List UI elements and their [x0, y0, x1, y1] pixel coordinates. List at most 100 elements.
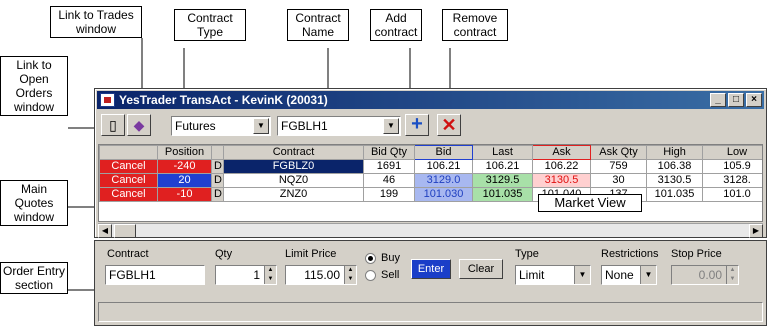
high-cell: 101.035 — [646, 187, 703, 202]
contract-cell[interactable]: FGBLZ0 — [223, 159, 364, 174]
trades-link-button[interactable]: ◆ — [127, 114, 151, 136]
low-cell: 101.0 — [702, 187, 762, 202]
add-contract-button[interactable]: + — [405, 114, 429, 136]
column-header[interactable]: Ask — [532, 145, 591, 160]
open-orders-link-button[interactable]: ▯ — [101, 114, 125, 136]
column-header[interactable]: Low — [702, 145, 762, 160]
chevron-down-icon[interactable]: ▼ — [383, 118, 399, 134]
restrictions-value: None — [605, 268, 634, 282]
minimize-button[interactable]: _ — [710, 93, 726, 107]
scroll-right-icon[interactable]: ▶ — [749, 224, 763, 238]
buy-label: Buy — [381, 252, 400, 264]
depth-flag[interactable]: D — [211, 173, 224, 188]
column-header[interactable]: Last — [472, 145, 533, 160]
limit-price-label: Limit Price — [285, 248, 337, 260]
order-type-select[interactable]: Limit ▼ — [515, 265, 591, 285]
cancel-button[interactable]: Cancel — [99, 173, 158, 188]
chevron-down-icon[interactable]: ▼ — [640, 266, 656, 284]
depth-flag[interactable]: D — [211, 159, 224, 174]
horizontal-scrollbar[interactable]: ◀ ▶ — [98, 223, 763, 238]
trades-book-icon: ◆ — [133, 117, 145, 133]
maximize-button[interactable]: □ — [728, 93, 744, 107]
bid-qty-cell: 46 — [363, 173, 415, 188]
callout-add-contract: Add contract — [370, 9, 422, 41]
order-entry-panel: Contract FGBLH1 Qty 1 ▲ ▼ Limit Price 115… — [94, 240, 767, 326]
plus-icon: + — [411, 113, 423, 135]
qty-label: Qty — [215, 248, 233, 260]
sell-radio[interactable] — [365, 270, 376, 281]
callout-link-orders: Link to Open Orders window — [0, 56, 68, 116]
stop-price-input: 0.00 ▲ ▼ — [671, 265, 739, 285]
position-cell: -10 — [157, 187, 212, 202]
high-cell: 106.38 — [646, 159, 703, 174]
bid-cell[interactable]: 106.21 — [414, 159, 473, 174]
callout-order-entry: Order Entry section — [0, 262, 68, 294]
callout-contract-name: Contract Name — [287, 9, 349, 41]
table-row[interactable]: Cancel -10 D ZNZ0 199 101.030 101.035 10… — [99, 187, 762, 202]
qty-input[interactable]: 1 ▲ ▼ — [215, 265, 277, 285]
contract-type-value: Futures — [175, 119, 216, 133]
ask-cell[interactable]: 3130.5 — [532, 173, 591, 188]
contract-cell[interactable]: NQZ0 — [223, 173, 364, 188]
title-bar[interactable]: YesTrader TransAct - KevinK (20031) _ □ … — [97, 91, 764, 109]
status-bar — [98, 302, 763, 322]
qty-stepper[interactable]: ▲ ▼ — [264, 266, 276, 284]
contract-input[interactable]: FGBLH1 — [105, 265, 205, 285]
column-header[interactable]: High — [646, 145, 703, 160]
callout-remove-contract: Remove contract — [442, 9, 508, 41]
column-header[interactable] — [99, 145, 158, 160]
chevron-down-icon[interactable]: ▼ — [574, 266, 590, 284]
callout-contract-type: Contract Type — [174, 9, 246, 41]
contract-name-select[interactable]: FGBLH1 ▼ — [277, 116, 401, 136]
sell-label: Sell — [381, 269, 400, 281]
depth-flag[interactable]: D — [211, 187, 224, 202]
quotes-table: Position Contract Bid Qty Bid Last Ask A… — [99, 145, 762, 202]
bid-qty-cell: 1691 — [363, 159, 415, 174]
low-cell: 105.9 — [702, 159, 762, 174]
restrictions-select[interactable]: None ▼ — [601, 265, 657, 285]
column-header[interactable]: Contract — [223, 145, 364, 160]
callout-link-trades: Link to Trades window — [50, 6, 142, 38]
table-header-row: Position Contract Bid Qty Bid Last Ask A… — [99, 145, 762, 160]
column-header[interactable]: Position — [157, 145, 212, 160]
last-cell: 3129.5 — [472, 173, 533, 188]
high-cell: 3130.5 — [646, 173, 703, 188]
stop-price-stepper: ▲ ▼ — [726, 266, 738, 284]
cancel-button[interactable]: Cancel — [99, 187, 158, 202]
contract-type-select[interactable]: Futures ▼ — [171, 116, 271, 136]
chevron-down-icon[interactable]: ▼ — [253, 118, 269, 134]
scroll-thumb[interactable] — [114, 224, 136, 238]
quotes-grid: Position Contract Bid Qty Bid Last Ask A… — [98, 144, 763, 222]
column-header[interactable]: Bid Qty — [363, 145, 415, 160]
scroll-left-icon[interactable]: ◀ — [98, 224, 112, 238]
last-cell: 101.035 — [472, 187, 533, 202]
position-cell: -240 — [157, 159, 212, 174]
window-title: YesTrader TransAct - KevinK (20031) — [119, 93, 328, 107]
cancel-button[interactable]: Cancel — [99, 159, 158, 174]
callout-market-view: Market View — [538, 194, 642, 212]
limit-price-value: 115.00 — [304, 268, 340, 282]
qty-value: 1 — [253, 268, 260, 282]
column-header[interactable]: Bid — [414, 145, 473, 160]
clear-button[interactable]: Clear — [459, 259, 503, 279]
ask-qty-cell: 30 — [590, 173, 647, 188]
limit-price-stepper[interactable]: ▲ ▼ — [344, 266, 356, 284]
close-button[interactable]: × — [746, 93, 762, 107]
buy-radio[interactable] — [365, 253, 376, 264]
bid-cell[interactable]: 101.030 — [414, 187, 473, 202]
stop-price-label: Stop Price — [671, 248, 722, 260]
contract-cell[interactable]: ZNZ0 — [223, 187, 364, 202]
last-cell: 106.21 — [472, 159, 533, 174]
remove-contract-button[interactable]: ✕ — [437, 114, 461, 136]
column-header[interactable]: Ask Qty — [590, 145, 647, 160]
stop-price-value: 0.00 — [698, 268, 722, 282]
restrictions-label: Restrictions — [601, 248, 659, 260]
table-row[interactable]: Cancel -240 D FGBLZ0 1691 106.21 106.21 … — [99, 159, 762, 174]
limit-price-input[interactable]: 115.00 ▲ ▼ — [285, 265, 357, 285]
x-icon: ✕ — [441, 115, 457, 135]
column-header[interactable] — [211, 145, 224, 160]
enter-button[interactable]: Enter — [411, 259, 451, 279]
ask-cell[interactable]: 106.22 — [532, 159, 591, 174]
bid-cell[interactable]: 3129.0 — [414, 173, 473, 188]
table-row[interactable]: Cancel 20 D NQZ0 46 3129.0 3129.5 3130.5… — [99, 173, 762, 188]
